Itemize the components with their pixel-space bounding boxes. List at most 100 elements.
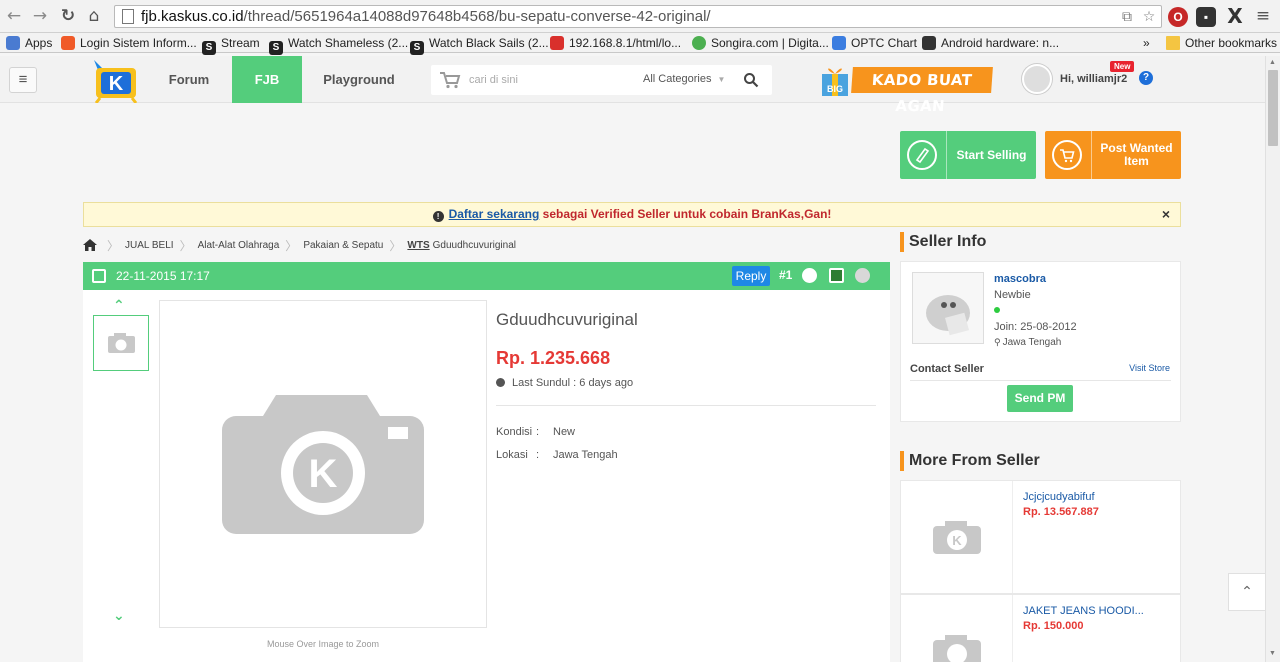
folder-icon xyxy=(1166,36,1180,50)
product-thumbnail[interactable] xyxy=(93,315,149,371)
scroll-up-icon[interactable]: ▲ xyxy=(1269,59,1276,66)
category-select[interactable]: All Categories ▼ xyxy=(643,73,725,85)
back-icon[interactable]: ← xyxy=(4,6,24,26)
post-wanted-label: Post Wanted Item xyxy=(1100,141,1173,168)
pencil-icon xyxy=(907,140,937,170)
spec-lokasi: Lokasi: Jawa Tengah xyxy=(496,449,618,461)
seller-location: ⚲ Jawa Tengah xyxy=(994,337,1062,348)
url-text: fjb.kaskus.co.id/thread/5651964a14088d97… xyxy=(141,8,711,25)
breadcrumb: 〉 JUAL BELI 〉 Alat-Alat Olahraga 〉 Pakai… xyxy=(83,237,516,253)
bookmark-router[interactable]: 192.168.8.1/html/lo... xyxy=(550,35,681,51)
svg-text:K: K xyxy=(309,452,338,496)
chrome-menu-icon[interactable]: ≡ xyxy=(1253,6,1273,26)
more-item-name[interactable]: JAKET JEANS HOODI... xyxy=(1023,605,1144,617)
search-bar: All Categories▼ xyxy=(431,65,772,95)
extension-icon[interactable]: ▪ xyxy=(1196,7,1216,27)
bookmark-other[interactable]: Other bookmarks xyxy=(1166,35,1277,51)
breadcrumb-jual-beli[interactable]: JUAL BELI xyxy=(125,240,174,251)
seller-join-date: Join: 25-08-2012 xyxy=(994,321,1077,333)
info-icon: ! xyxy=(432,211,444,222)
start-selling-button[interactable]: Start Selling xyxy=(900,131,1036,179)
bookmark-optc[interactable]: OPTC Chart xyxy=(832,35,917,51)
site-header: ≡ K Forum FJB Playground All Categories▼… xyxy=(0,56,1265,115)
more-item[interactable]: JAKET JEANS HOODI... Rp. 150.000 xyxy=(900,594,1181,662)
product-title: Gduudhcuvuriginal xyxy=(496,310,638,329)
browser-toolbar: ← → ↻ ⌂ fjb.kaskus.co.id/thread/5651964a… xyxy=(0,0,1280,33)
breadcrumb-alat-olahraga[interactable]: Alat-Alat Olahraga xyxy=(198,240,280,251)
drive-icon xyxy=(832,36,846,50)
nav-forum[interactable]: Forum xyxy=(160,56,218,103)
user-avatar[interactable] xyxy=(1022,64,1052,94)
bookmark-android[interactable]: Android hardware: n... xyxy=(922,35,1059,51)
bookmark-favicon xyxy=(692,36,706,50)
scroll-down-icon[interactable]: ▼ xyxy=(1269,650,1276,657)
bookmark-star-icon[interactable]: ☆ xyxy=(1140,9,1158,25)
apps-grid-icon xyxy=(6,36,20,50)
product-detail: ⌃ ⌄ K Mouse Over Image to Zoom Gduudhcuv… xyxy=(83,290,890,662)
home-icon[interactable] xyxy=(83,239,97,251)
reply-button[interactable]: Reply xyxy=(732,266,770,286)
forward-icon[interactable]: → xyxy=(30,6,50,26)
more-item-name[interactable]: Jcjcjcudyabifuf xyxy=(1023,491,1095,503)
scroll-thumb[interactable] xyxy=(1268,70,1278,146)
nav-fjb[interactable]: FJB xyxy=(232,56,302,103)
bookmark-black-sails[interactable]: S Watch Black Sails (2... xyxy=(410,35,549,55)
close-icon[interactable]: × xyxy=(1162,203,1170,226)
home-icon[interactable]: ⌂ xyxy=(84,6,104,26)
promo-banner[interactable]: KADO BUAT AGAN xyxy=(851,67,993,115)
search-input[interactable] xyxy=(469,65,629,95)
clock-icon xyxy=(496,378,505,387)
seller-avatar[interactable] xyxy=(912,272,984,344)
nav-playground[interactable]: Playground xyxy=(316,56,402,103)
breadcrumb-pakaian-sepatu[interactable]: Pakaian & Sepatu xyxy=(303,240,383,251)
product-price: Rp. 1.235.668 xyxy=(496,348,611,368)
seller-rank: Newbie xyxy=(994,289,1031,301)
register-link[interactable]: Daftar sekarang xyxy=(449,207,540,221)
zoom-hint: Mouse Over Image to Zoom xyxy=(266,639,380,649)
search-icon[interactable] xyxy=(743,72,759,88)
help-icon[interactable]: ? xyxy=(1139,71,1153,85)
bookmark-stream[interactable]: S Stream xyxy=(202,35,260,55)
caret-down-icon: ▼ xyxy=(717,75,726,84)
more-item-thumbnail[interactable] xyxy=(901,595,1013,662)
extension-x-icon[interactable]: X xyxy=(1225,6,1245,26)
chevron-down-icon[interactable]: ⌄ xyxy=(113,608,125,624)
breadcrumb-current: Gduudhcuvuriginal xyxy=(432,239,516,251)
spec-kondisi: Kondisi: New xyxy=(496,426,576,438)
bookmark-favicon xyxy=(550,36,564,50)
page-scrollbar[interactable]: ▲ ▼ xyxy=(1265,56,1280,662)
bookmark-shameless[interactable]: S Watch Shameless (2... xyxy=(269,35,408,55)
gift-box-icon[interactable]: BIG xyxy=(820,62,850,98)
back-to-top-icon[interactable]: ⌃ xyxy=(1228,573,1266,611)
report-icon[interactable] xyxy=(802,268,817,283)
bookmarks-overflow[interactable]: » xyxy=(1143,35,1150,51)
bookmark-apps[interactable]: Apps xyxy=(6,35,52,51)
product-image[interactable]: K xyxy=(159,300,487,628)
user-greeting[interactable]: Hi, williamjr2 xyxy=(1060,73,1127,85)
chevron-up-icon[interactable]: ⌃ xyxy=(113,298,125,314)
reload-icon[interactable]: ↻ xyxy=(58,6,78,26)
post-wanted-button[interactable]: Post Wanted Item xyxy=(1045,131,1181,179)
seller-name[interactable]: mascobra xyxy=(994,273,1046,285)
svg-text:BIG: BIG xyxy=(827,84,843,94)
online-status-icon xyxy=(994,307,1000,313)
more-item[interactable]: K Jcjcjcudyabifuf Rp. 13.567.887 xyxy=(900,480,1181,594)
cart-icon xyxy=(1052,140,1082,170)
post-number[interactable]: #1 xyxy=(779,268,792,282)
kaskus-logo[interactable]: K xyxy=(88,58,144,104)
thread-date: 22-11-2015 17:17 xyxy=(116,269,210,283)
more-item-thumbnail[interactable]: K xyxy=(901,481,1013,593)
visit-store-link[interactable]: Visit Store xyxy=(1129,363,1170,373)
bookmark-login-sistem[interactable]: Login Sistem Inform... xyxy=(61,35,197,51)
contact-seller-label: Contact Seller xyxy=(910,363,984,375)
last-sundul: Last Sundul : 6 days ago xyxy=(496,377,633,389)
hamburger-menu-icon[interactable]: ≡ xyxy=(9,67,37,93)
share-icon[interactable] xyxy=(829,268,844,283)
send-pm-button[interactable]: Send PM xyxy=(1007,385,1073,412)
translate-icon[interactable]: ⧉ xyxy=(1118,9,1136,25)
bookmark-songira[interactable]: Songira.com | Digita... xyxy=(692,35,829,51)
extension-adblock-icon[interactable]: O xyxy=(1168,7,1188,27)
address-bar[interactable]: fjb.kaskus.co.id/thread/5651964a14088d97… xyxy=(114,5,1162,28)
cart-icon xyxy=(440,72,461,89)
more-options-icon[interactable] xyxy=(855,268,870,283)
